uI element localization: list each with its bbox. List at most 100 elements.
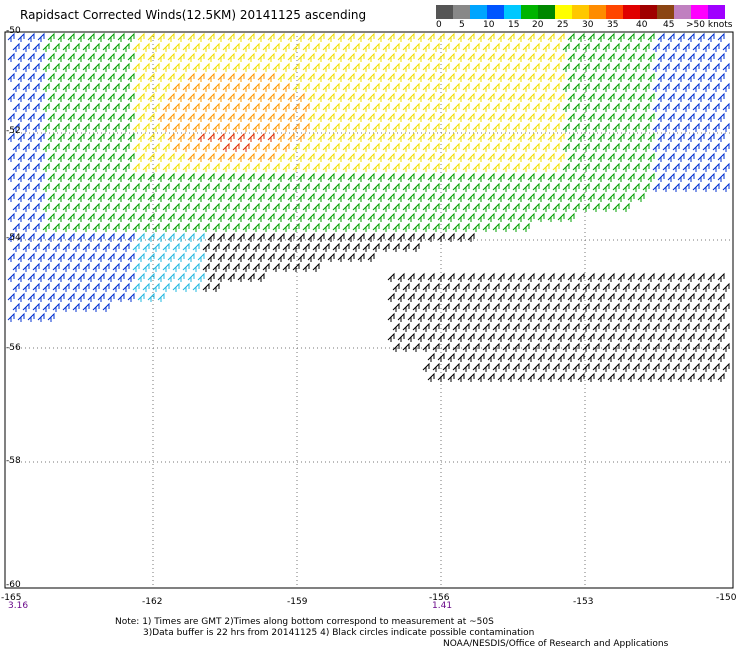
wind-barb <box>672 182 680 192</box>
wind-barb <box>437 352 445 362</box>
wind-barb <box>487 132 495 142</box>
wind-barb <box>197 72 205 82</box>
wind-barb <box>462 362 470 372</box>
wind-barb <box>542 62 550 72</box>
wind-barb <box>407 132 415 142</box>
wind-barb <box>107 232 115 242</box>
wind-barb <box>522 182 530 192</box>
wind-barb <box>282 102 290 112</box>
wind-barb <box>427 112 435 122</box>
wind-barb <box>187 132 195 142</box>
wind-barb <box>442 342 450 352</box>
wind-barb <box>192 142 200 152</box>
wind-barb <box>477 312 485 322</box>
wind-barb <box>167 232 175 242</box>
wind-barb <box>112 182 120 192</box>
wind-barb <box>92 102 100 112</box>
wind-barb <box>12 282 20 292</box>
wind-barb <box>417 212 425 222</box>
wind-barb <box>457 352 465 362</box>
wind-barb <box>542 142 550 152</box>
wind-barb <box>702 362 710 372</box>
wind-barb <box>252 222 260 232</box>
wind-barb <box>262 262 270 272</box>
wind-barb <box>472 42 480 52</box>
wind-barb <box>432 42 440 52</box>
wind-barb <box>687 72 695 82</box>
wind-barb <box>347 232 355 242</box>
wind-barb <box>162 162 170 172</box>
wind-barb <box>667 172 675 182</box>
wind-barb <box>617 332 625 342</box>
wind-barb <box>97 272 105 282</box>
wind-barb <box>497 72 505 82</box>
wind-barb <box>102 42 110 52</box>
wind-barb <box>317 132 325 142</box>
wind-barb <box>282 62 290 72</box>
wind-barb <box>602 122 610 132</box>
wind-barb <box>667 352 675 362</box>
wind-barb <box>552 122 560 132</box>
wind-barb <box>707 372 715 382</box>
wind-barb <box>577 132 585 142</box>
wind-barb <box>502 102 510 112</box>
wind-barb <box>87 252 95 262</box>
wind-barb <box>17 312 25 322</box>
wind-barb <box>617 292 625 302</box>
wind-barb <box>77 112 85 122</box>
wind-barb <box>502 62 510 72</box>
wind-barb <box>602 182 610 192</box>
wind-barb <box>322 102 330 112</box>
wind-barb <box>622 322 630 332</box>
wind-barb <box>502 282 510 292</box>
wind-barb <box>707 52 715 62</box>
wind-barb <box>357 32 365 42</box>
wind-barb <box>417 152 425 162</box>
wind-barb <box>232 142 240 152</box>
wind-barb <box>437 152 445 162</box>
lat-label: -56 <box>6 343 21 353</box>
wind-barb <box>607 172 615 182</box>
wind-barb <box>352 122 360 132</box>
wind-barb <box>492 122 500 132</box>
wind-barb <box>342 62 350 72</box>
wind-barb <box>517 52 525 62</box>
wind-barb <box>57 92 65 102</box>
wind-barb <box>452 182 460 192</box>
wind-barb <box>107 292 115 302</box>
wind-barb <box>582 42 590 52</box>
wind-barb <box>667 72 675 82</box>
wind-barb <box>152 242 160 252</box>
wind-barb <box>682 42 690 52</box>
wind-barb <box>552 302 560 312</box>
wind-barb <box>197 132 205 142</box>
wind-barb <box>267 252 275 262</box>
lon-label: -162 <box>142 597 163 607</box>
wind-barb <box>437 112 445 122</box>
wind-barb <box>277 92 285 102</box>
wind-barb <box>192 202 200 212</box>
wind-barb <box>667 52 675 62</box>
wind-barb <box>422 82 430 92</box>
wind-barb <box>692 282 700 292</box>
wind-barb <box>377 152 385 162</box>
wind-barb <box>22 102 30 112</box>
wind-barb <box>432 282 440 292</box>
wind-barb <box>397 292 405 302</box>
wind-barb <box>627 352 635 362</box>
wind-barb <box>422 222 430 232</box>
wind-barb <box>697 32 705 42</box>
wind-barb <box>557 352 565 362</box>
wind-barb <box>662 122 670 132</box>
wind-barb <box>77 272 85 282</box>
wind-barb <box>527 332 535 342</box>
wind-barb <box>47 52 55 62</box>
wind-barb <box>197 32 205 42</box>
wind-barb <box>537 112 545 122</box>
wind-barb <box>697 372 705 382</box>
wind-barb <box>162 102 170 112</box>
wind-barb <box>652 102 660 112</box>
wind-barb <box>137 72 145 82</box>
wind-barb <box>687 352 695 362</box>
wind-barb <box>62 182 70 192</box>
